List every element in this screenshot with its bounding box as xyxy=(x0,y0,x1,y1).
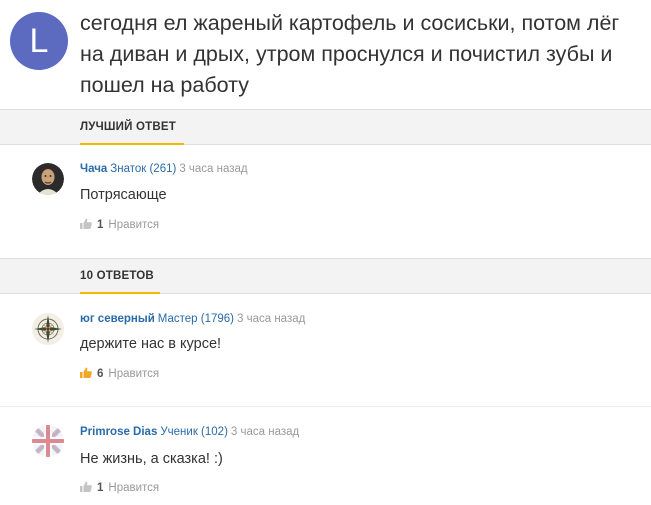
author-link[interactable]: Чача xyxy=(80,163,107,175)
answers-header: 10 ОТВЕТОВ xyxy=(0,258,651,294)
compass-rose-avatar-icon[interactable] xyxy=(32,313,64,345)
like-button[interactable]: 1 Нравится xyxy=(80,481,159,494)
like-label: Нравится xyxy=(108,482,160,494)
answer-meta: юг северный Мастер (1796) 3 часа назад xyxy=(80,313,305,325)
question-author-avatar[interactable]: L xyxy=(10,12,68,70)
like-count: 6 xyxy=(97,368,104,380)
thumbs-up-icon xyxy=(80,367,92,378)
thumbs-up-icon xyxy=(80,218,92,229)
best-answer-title: ЛУЧШИЙ ОТВЕТ xyxy=(80,121,176,133)
like-button[interactable]: 6 Нравится xyxy=(80,367,159,380)
answers-count-title: 10 ОТВЕТОВ xyxy=(80,270,154,282)
author-rank: Мастер (1796) xyxy=(157,313,235,325)
answer-time: 3 часа назад xyxy=(230,426,300,438)
like-label: Нравится xyxy=(108,219,160,231)
portrait-avatar-icon[interactable] xyxy=(32,163,64,195)
best-answer: Чача Знаток (261) 3 часа назад Потрясающе … xyxy=(0,145,651,255)
answer-text: Потрясающе xyxy=(80,187,167,203)
answer-time: 3 часа назад xyxy=(237,313,306,325)
answer-text: держите нас в курсе! xyxy=(80,336,222,352)
like-label: Нравится xyxy=(108,368,160,380)
answer-item: Primrose Dias Ученик (102) 3 часа назад Не… xyxy=(0,407,651,505)
question-block: L сегодня ел жареный картофель и сосиськ… xyxy=(0,0,651,110)
question-text: сегодня ел жареный картофель и сосиськи,… xyxy=(80,11,620,97)
thumbs-up-icon xyxy=(80,481,92,492)
like-count: 1 xyxy=(97,482,104,494)
answer-meta: Primrose Dias Ученик (102) 3 часа назад xyxy=(80,426,299,438)
answer-text: Не жизнь, а сказка! :) xyxy=(80,451,223,467)
author-rank: Ученик (102) xyxy=(160,426,228,438)
answer-item: юг северный Мастер (1796) 3 часа назад дер… xyxy=(0,293,651,405)
best-answer-meta: Чача Знаток (261) 3 часа назад xyxy=(80,163,248,175)
best-answer-header: ЛУЧШИЙ ОТВЕТ xyxy=(0,109,651,145)
answer-time: 3 часа назад xyxy=(179,163,248,175)
author-link[interactable]: юг северный xyxy=(80,313,155,325)
author-rank: Знаток (261) xyxy=(110,163,177,175)
union-jack-avatar-icon[interactable] xyxy=(32,425,64,457)
like-count: 1 xyxy=(97,219,104,231)
author-link[interactable]: Primrose Dias xyxy=(80,426,157,438)
like-button[interactable]: 1 Нравится xyxy=(80,218,159,231)
